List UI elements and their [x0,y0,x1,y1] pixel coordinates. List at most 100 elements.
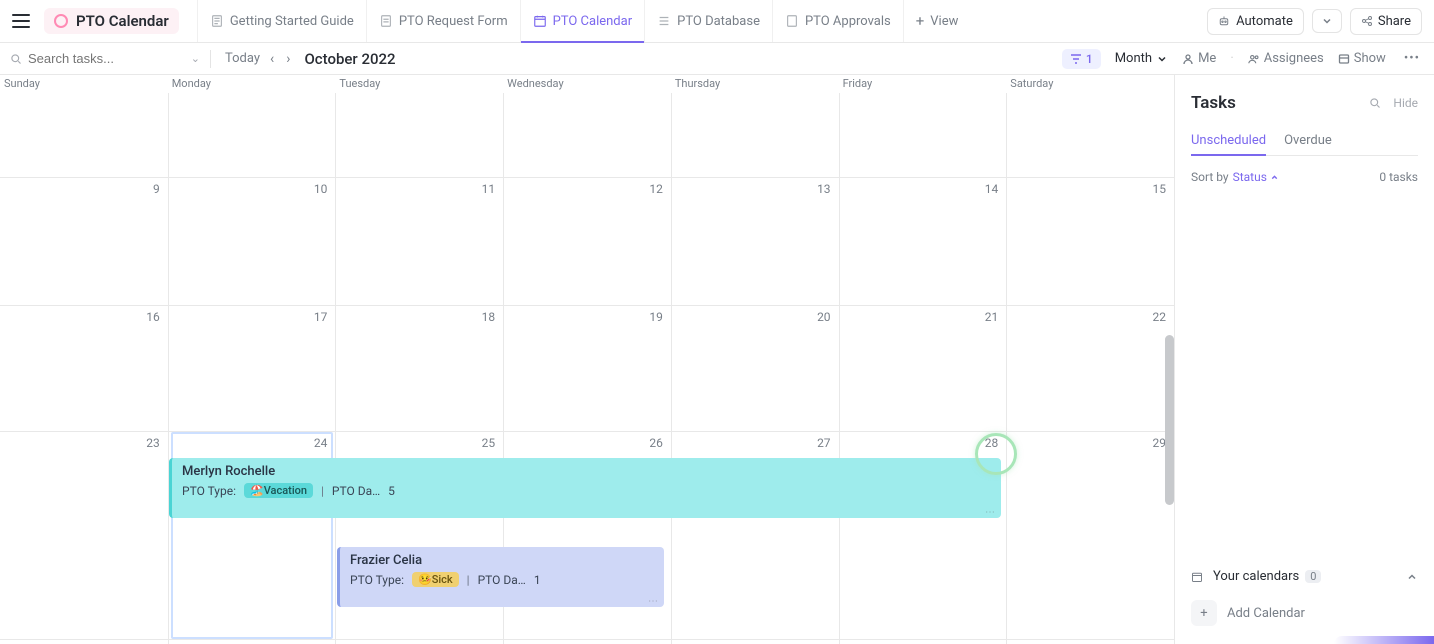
sidebar-title: Tasks [1191,93,1236,113]
sort-value: Status [1233,170,1267,184]
fab-hint [1334,636,1434,644]
tab-getting-started[interactable]: Getting Started Guide [197,0,366,42]
day-number: 24 [314,436,328,450]
sort-label: Sort by [1191,170,1229,184]
share-button[interactable]: Share [1350,8,1422,35]
automate-button[interactable]: Automate [1207,8,1304,35]
day-cell[interactable]: 31 [168,639,336,644]
day-cell[interactable]: 10 [168,177,336,305]
separator: | [321,484,324,498]
event-resize-handle[interactable] [985,504,995,514]
view-tabs: Getting Started Guide PTO Request Form P… [197,0,971,42]
day-cell[interactable]: 16 [0,305,168,431]
day-cell[interactable] [1006,93,1174,177]
day-number: 23 [146,436,160,450]
toolbar-right: 1 Month Me · Assignees Show ••• [1062,49,1424,69]
hamburger-menu-icon[interactable] [12,14,30,28]
day-number: 25 [482,436,496,450]
more-options-button[interactable]: ••• [1400,51,1424,66]
event-resize-handle[interactable] [648,593,658,603]
tab-unscheduled[interactable]: Unscheduled [1191,127,1266,156]
calendar-event-sick[interactable]: Frazier Celia PTO Type: 🤒Sick | PTO Da… … [337,547,664,607]
day-cell[interactable]: 11 [335,177,503,305]
day-number: 17 [314,310,328,324]
day-cell[interactable]: 15 [1006,177,1174,305]
view-label: View [930,14,958,29]
day-cell[interactable] [168,93,336,177]
day-cell[interactable] [335,93,503,177]
today-button[interactable]: Today [221,51,264,66]
filter-count: 1 [1086,52,1093,66]
search-icon [10,53,22,65]
separator: · [1230,51,1233,66]
sidebar-search-button[interactable] [1369,97,1381,109]
day-number: 14 [985,182,999,196]
calendar-body: 9 10 11 12 13 14 15 16 17 18 19 20 21 22… [0,93,1174,644]
vertical-scrollbar[interactable] [1165,335,1174,505]
view-mode-dropdown[interactable]: Month [1115,51,1168,66]
hide-sidebar-button[interactable]: Hide [1393,96,1418,110]
day-number: 19 [649,310,663,324]
next-month-button[interactable]: › [280,51,296,67]
tab-label: PTO Database [677,14,760,29]
calendar-event-vacation[interactable]: Merlyn Rochelle PTO Type: 🏖️Vacation | P… [169,458,1001,518]
day-cell[interactable]: 2 [503,639,671,644]
collapse-toggle-button[interactable] [1406,571,1418,583]
day-cell[interactable]: 20 [671,305,839,431]
day-cell[interactable]: 17 [168,305,336,431]
search-input[interactable] [28,51,158,66]
day-cell[interactable] [0,93,168,177]
day-cell[interactable]: 30 [0,639,168,644]
prev-month-button[interactable]: ‹ [264,51,280,67]
day-cell[interactable]: 23 [0,431,168,639]
calendar-grid: Sunday Monday Tuesday Wednesday Thursday… [0,75,1175,644]
tab-pto-calendar[interactable]: PTO Calendar [520,0,645,42]
day-header-saturday: Saturday [1006,75,1174,93]
add-calendar-button[interactable]: + Add Calendar [1191,594,1418,632]
tab-pto-request-form[interactable]: PTO Request Form [366,0,520,42]
add-view-button[interactable]: + View [903,0,971,42]
day-number: 29 [1152,436,1166,450]
day-cell[interactable]: 18 [335,305,503,431]
day-cell[interactable]: 29 [1006,431,1174,639]
day-number: 18 [482,310,496,324]
day-cell[interactable]: 12 [503,177,671,305]
sidebar-bottom: Your calendars 0 + Add Calendar [1191,559,1418,632]
day-cell[interactable]: 19 [503,305,671,431]
day-cell[interactable]: 14 [839,177,1007,305]
day-cell[interactable]: 13 [671,177,839,305]
day-cell[interactable]: 3 [671,639,839,644]
event-title: Merlyn Rochelle [182,464,991,479]
day-cell[interactable] [839,93,1007,177]
workspace-selector[interactable]: PTO Calendar [44,8,179,34]
chevron-up-icon [1406,571,1418,583]
day-cell[interactable]: 1 [335,639,503,644]
day-cell[interactable]: 21 [839,305,1007,431]
day-cell[interactable] [671,93,839,177]
tab-pto-approvals[interactable]: PTO Approvals [772,0,903,42]
day-header-friday: Friday [839,75,1007,93]
day-cell[interactable] [503,93,671,177]
day-cell[interactable]: 9 [0,177,168,305]
add-calendar-label: Add Calendar [1227,606,1305,621]
tab-overdue[interactable]: Overdue [1284,127,1332,155]
your-calendars-row[interactable]: Your calendars 0 [1191,559,1418,594]
automate-dropdown-button[interactable] [1312,9,1342,33]
assignees-filter-button[interactable]: Assignees [1248,51,1324,66]
day-cell[interactable]: 4 [839,639,1007,644]
event-days-value: 1 [534,573,541,587]
day-number: 13 [817,182,831,196]
tab-pto-database[interactable]: PTO Database [644,0,772,42]
show-button[interactable]: Show [1338,51,1386,66]
me-filter-button[interactable]: Me [1182,51,1216,66]
tasks-sidebar: Tasks Hide Unscheduled Overdue Sort by S… [1175,75,1434,644]
day-header-sunday: Sunday [0,75,168,93]
day-cell[interactable]: 5 [1006,639,1174,644]
search-dropdown-button[interactable]: ⌄ [191,52,200,65]
tab-label: PTO Calendar [553,14,633,29]
sort-dropdown[interactable]: Status [1233,170,1279,184]
chevron-up-icon [1270,173,1279,182]
search-container: ⌄ [10,51,200,66]
day-cell[interactable]: 22 [1006,305,1174,431]
filter-button[interactable]: 1 [1062,49,1101,69]
